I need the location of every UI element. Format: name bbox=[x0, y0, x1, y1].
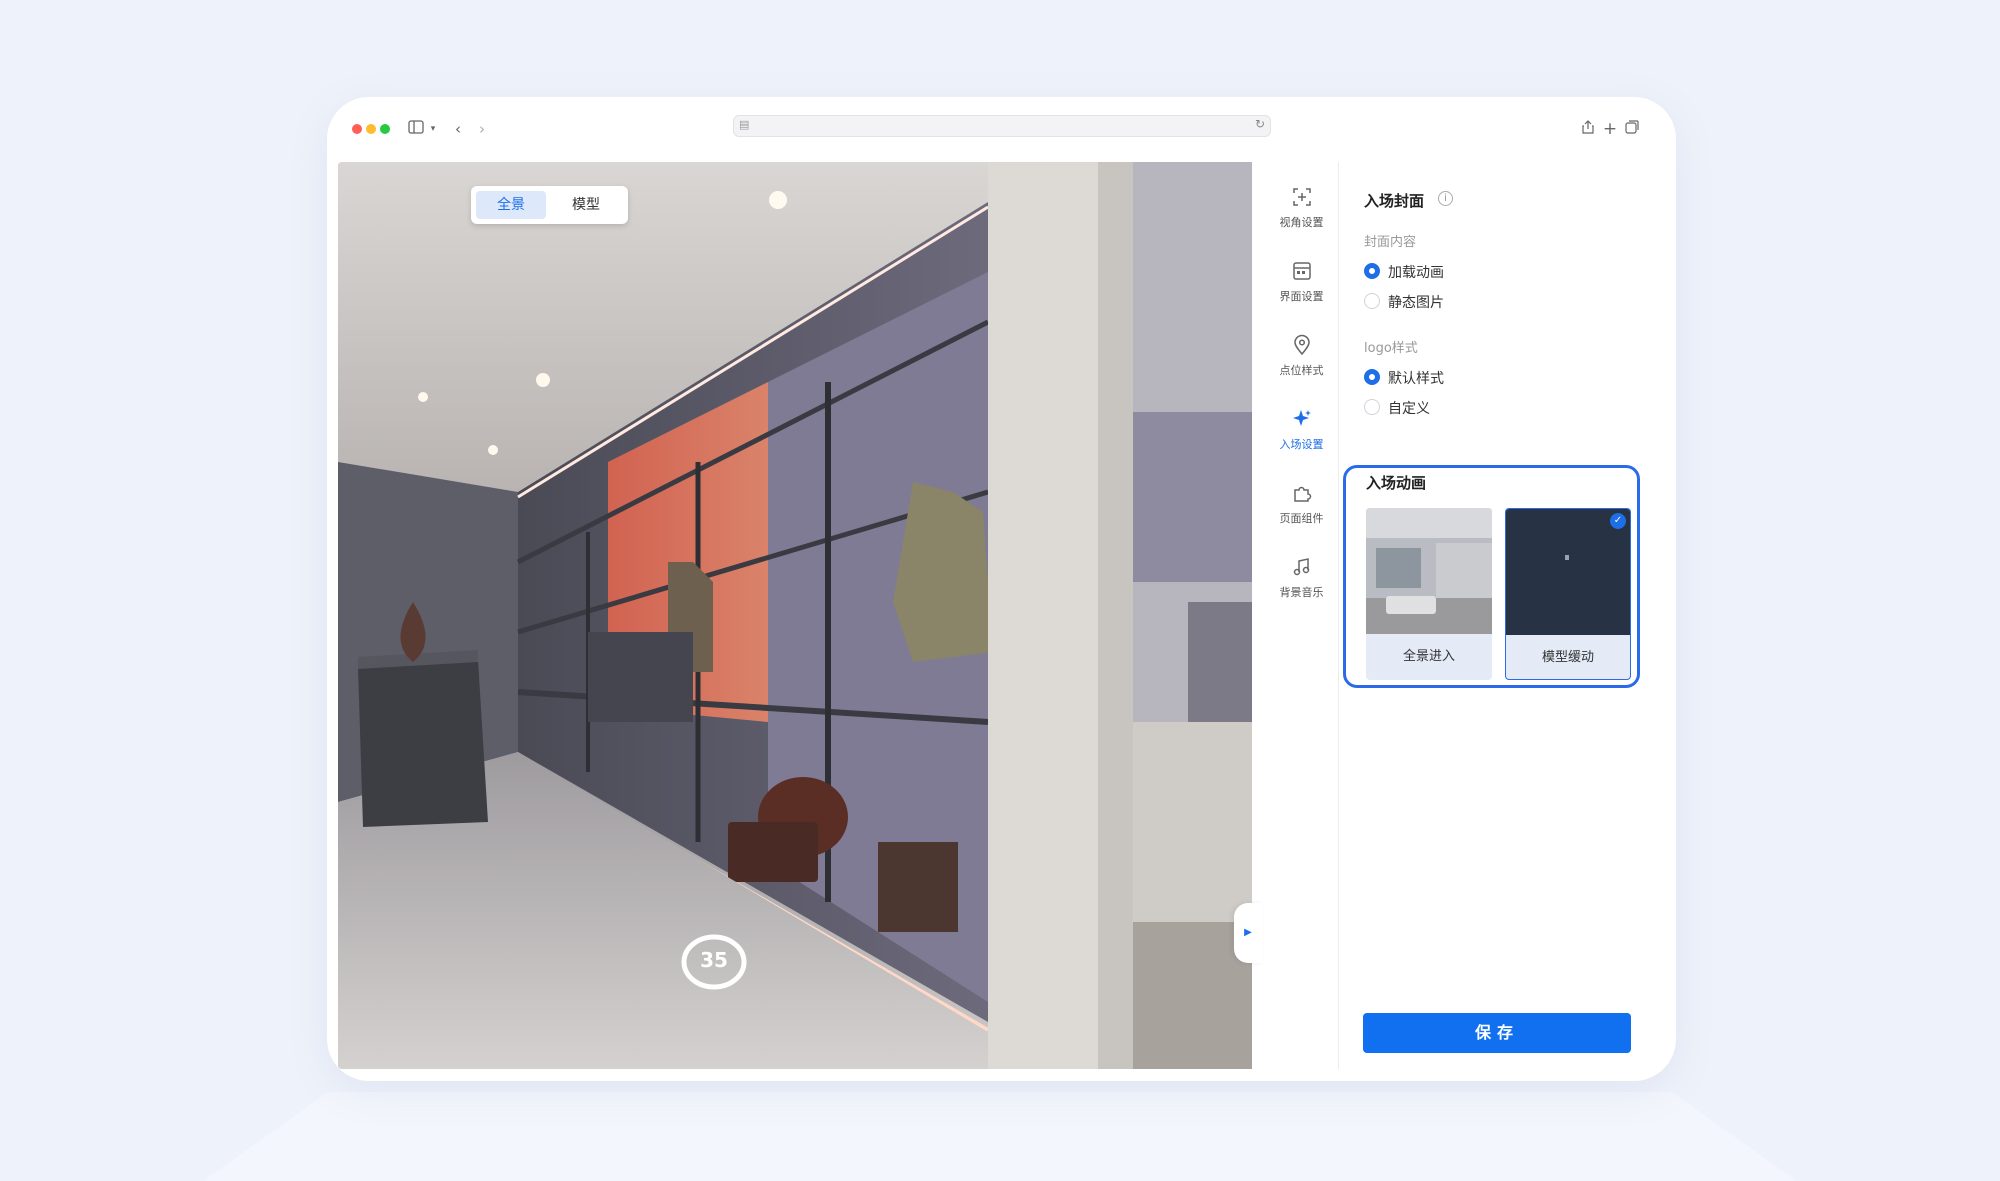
location-pin-icon bbox=[1293, 334, 1310, 356]
close-window-button[interactable] bbox=[352, 124, 362, 134]
sidebar-item-page-components[interactable]: 页面组件 bbox=[1264, 482, 1339, 542]
hotspot-marker[interactable]: 35 bbox=[694, 948, 734, 972]
sidebar-item-label: 点位样式 bbox=[1279, 364, 1324, 377]
save-button[interactable]: 保存 bbox=[1363, 1013, 1631, 1053]
checkmark-icon: ✓ bbox=[1610, 513, 1626, 529]
animation-card-label: 全景进入 bbox=[1402, 649, 1455, 664]
panorama-viewport[interactable]: 35 全景 模型 bbox=[338, 162, 1252, 1069]
logo-style-label: logo样式 bbox=[1364, 341, 1418, 356]
reload-icon[interactable]: ↻ bbox=[1255, 117, 1265, 131]
settings-sidebar: 视角设置 界面设置 点位样式 入场设置 页面组件 背景音乐 bbox=[1264, 162, 1339, 1069]
model-thumbnail-image bbox=[1506, 509, 1630, 635]
sidebar-item-label: 界面设置 bbox=[1279, 290, 1324, 303]
interface-icon bbox=[1292, 262, 1311, 280]
entry-animation-section: 入场动画 全景进入 ✓ 模型缓动 bbox=[1343, 465, 1640, 688]
sidebar-item-point-style[interactable]: 点位样式 bbox=[1264, 334, 1339, 394]
back-icon[interactable]: ‹ bbox=[448, 119, 468, 139]
animation-card-label: 模型缓动 bbox=[1541, 650, 1594, 665]
sidebar-item-label: 页面组件 bbox=[1279, 512, 1324, 525]
panorama-thumbnail-image bbox=[1366, 508, 1492, 634]
tabs-overview-icon[interactable] bbox=[1622, 119, 1642, 139]
address-bar[interactable]: ▤ ↻ bbox=[733, 115, 1271, 137]
collapse-panel-button[interactable]: ▶ bbox=[1234, 903, 1262, 963]
device-stand bbox=[160, 1092, 1840, 1181]
new-tab-icon[interactable]: + bbox=[1600, 119, 1620, 139]
panel-title: 入场封面 bbox=[1364, 192, 1425, 210]
sidebar-item-label: 视角设置 bbox=[1279, 216, 1324, 229]
entry-animation-title: 入场动画 bbox=[1366, 474, 1427, 492]
sidebar-item-interface[interactable]: 界面设置 bbox=[1264, 260, 1339, 320]
panorama-scene-image bbox=[338, 162, 1252, 1069]
music-note-icon bbox=[1293, 558, 1309, 576]
sparkle-icon bbox=[1292, 410, 1311, 426]
animation-card-model-ease[interactable]: ✓ 模型缓动 bbox=[1505, 508, 1631, 680]
view-mode-toggle: 全景 模型 bbox=[471, 186, 628, 224]
share-icon[interactable] bbox=[1578, 119, 1598, 139]
minimize-window-button[interactable] bbox=[366, 124, 376, 134]
view-mode-model[interactable]: 模型 bbox=[551, 191, 621, 219]
viewpoint-icon bbox=[1292, 188, 1311, 206]
sidebar-item-background-music[interactable]: 背景音乐 bbox=[1264, 556, 1339, 616]
radio-selected-icon bbox=[1364, 369, 1380, 385]
puzzle-icon bbox=[1293, 486, 1311, 502]
forward-icon[interactable]: › bbox=[472, 119, 492, 139]
chevron-down-icon[interactable]: ▾ bbox=[423, 119, 443, 139]
cover-content-label: 封面内容 bbox=[1364, 235, 1417, 250]
view-mode-panorama[interactable]: 全景 bbox=[476, 191, 546, 219]
sidebar-item-viewpoint[interactable]: 视角设置 bbox=[1264, 186, 1339, 246]
sidebar-item-label: 入场设置 bbox=[1279, 438, 1324, 451]
shield-icon: ▤ bbox=[739, 118, 750, 131]
animation-card-panorama-enter[interactable]: 全景进入 bbox=[1366, 508, 1492, 680]
sidebar-item-entry-settings[interactable]: 入场设置 bbox=[1264, 408, 1339, 468]
radio-selected-icon bbox=[1364, 263, 1380, 279]
maximize-window-button[interactable] bbox=[380, 124, 390, 134]
browser-toolbar: ▾ ‹ › ▤ ↻ + bbox=[338, 110, 1668, 150]
radio-unselected-icon bbox=[1364, 293, 1380, 309]
radio-unselected-icon bbox=[1364, 399, 1380, 415]
info-icon[interactable]: i bbox=[1438, 191, 1453, 206]
play-triangle-icon: ▶ bbox=[1244, 927, 1252, 938]
sidebar-item-label: 背景音乐 bbox=[1279, 586, 1324, 599]
